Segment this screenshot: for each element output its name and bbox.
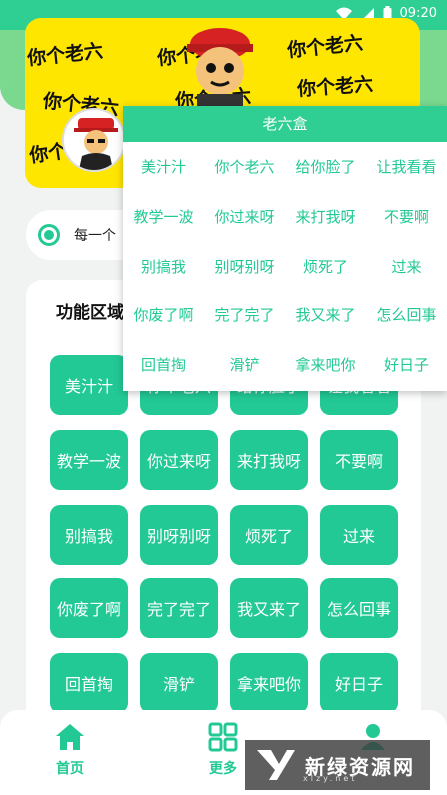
sound-button[interactable]: 滑铲 [140,653,218,713]
popup-menu-item[interactable]: 你个老六 [204,156,285,177]
popup-menu-item[interactable]: 过来 [366,256,447,277]
popup-menu-item[interactable]: 回首掏 [123,354,204,375]
popup-menu-item[interactable]: 美汁汁 [123,156,204,177]
popup-menu-item[interactable]: 我又来了 [285,304,366,325]
banner-word: 你个老六 [296,73,374,101]
sound-button[interactable]: 别呀别呀 [140,505,218,565]
watermark-url: xlzy.net [303,774,358,783]
popup-menu-item[interactable]: 别呀别呀 [204,256,285,277]
sound-button[interactable]: 怎么回事 [320,578,398,638]
popup-menu-item[interactable]: 不要啊 [366,206,447,227]
function-area-title: 功能区域 [56,303,124,323]
popup-menu-item[interactable]: 别搞我 [123,256,204,277]
sound-button[interactable]: 烦死了 [230,505,308,565]
watermark: 新绿资源网 xlzy.net [245,740,430,790]
popup-menu-item[interactable]: 你废了啊 [123,304,204,325]
sound-button[interactable]: 不要啊 [320,430,398,490]
sound-button[interactable]: 过来 [320,505,398,565]
sound-button[interactable]: 好日子 [320,653,398,713]
box-popup-menu: 老六盒 美汁汁 你个老六 给你脸了 让我看看教学一波 你过来呀 来打我呀 不要啊别搞我 别呀别… [123,106,447,391]
popup-menu-item[interactable]: 完了完了 [204,304,285,325]
sound-button[interactable]: 你过来呀 [140,430,218,490]
popup-title: 老六盒 [123,106,447,142]
popup-menu-item[interactable]: 你过来呀 [204,206,285,227]
notice-text: 每一个 [74,228,116,244]
nav-more[interactable]: 更多 [208,722,238,778]
cartoon-figure [187,28,253,106]
sound-button[interactable]: 别搞我 [50,505,128,565]
sound-button[interactable]: 来打我呀 [230,430,308,490]
nav-home-label: 首页 [56,761,84,777]
popup-menu-item[interactable]: 让我看看 [366,156,447,177]
sound-button[interactable]: 美汁汁 [50,355,128,415]
popup-menu-item[interactable]: 怎么回事 [366,304,447,325]
watermark-logo [257,750,295,780]
popup-menu-item[interactable]: 来打我呀 [285,206,366,227]
nav-more-label: 更多 [209,761,237,777]
popup-menu-item[interactable]: 滑铲 [204,354,285,375]
home-icon [56,724,84,750]
nav-home[interactable]: 首页 [54,722,86,778]
banner-word: 你个老六 [26,40,105,70]
popup-menu-item[interactable]: 给你脸了 [285,156,366,177]
sound-button[interactable]: 我又来了 [230,578,308,638]
avatar[interactable] [62,108,126,172]
sound-button[interactable]: 教学一波 [50,430,128,490]
sound-button[interactable]: 你废了啊 [50,578,128,638]
popup-menu-item[interactable]: 拿来吧你 [285,354,366,375]
popup-menu-item[interactable]: 教学一波 [123,206,204,227]
popup-menu-item[interactable]: 好日子 [366,354,447,375]
apps-icon [208,722,238,752]
sound-button[interactable]: 回首掏 [50,653,128,713]
popup-menu-item[interactable]: 烦死了 [285,256,366,277]
sound-button[interactable]: 完了完了 [140,578,218,638]
sound-button[interactable]: 拿来吧你 [230,653,308,713]
notice-radio-icon [38,224,60,246]
banner-word: 你个老六 [286,32,365,62]
